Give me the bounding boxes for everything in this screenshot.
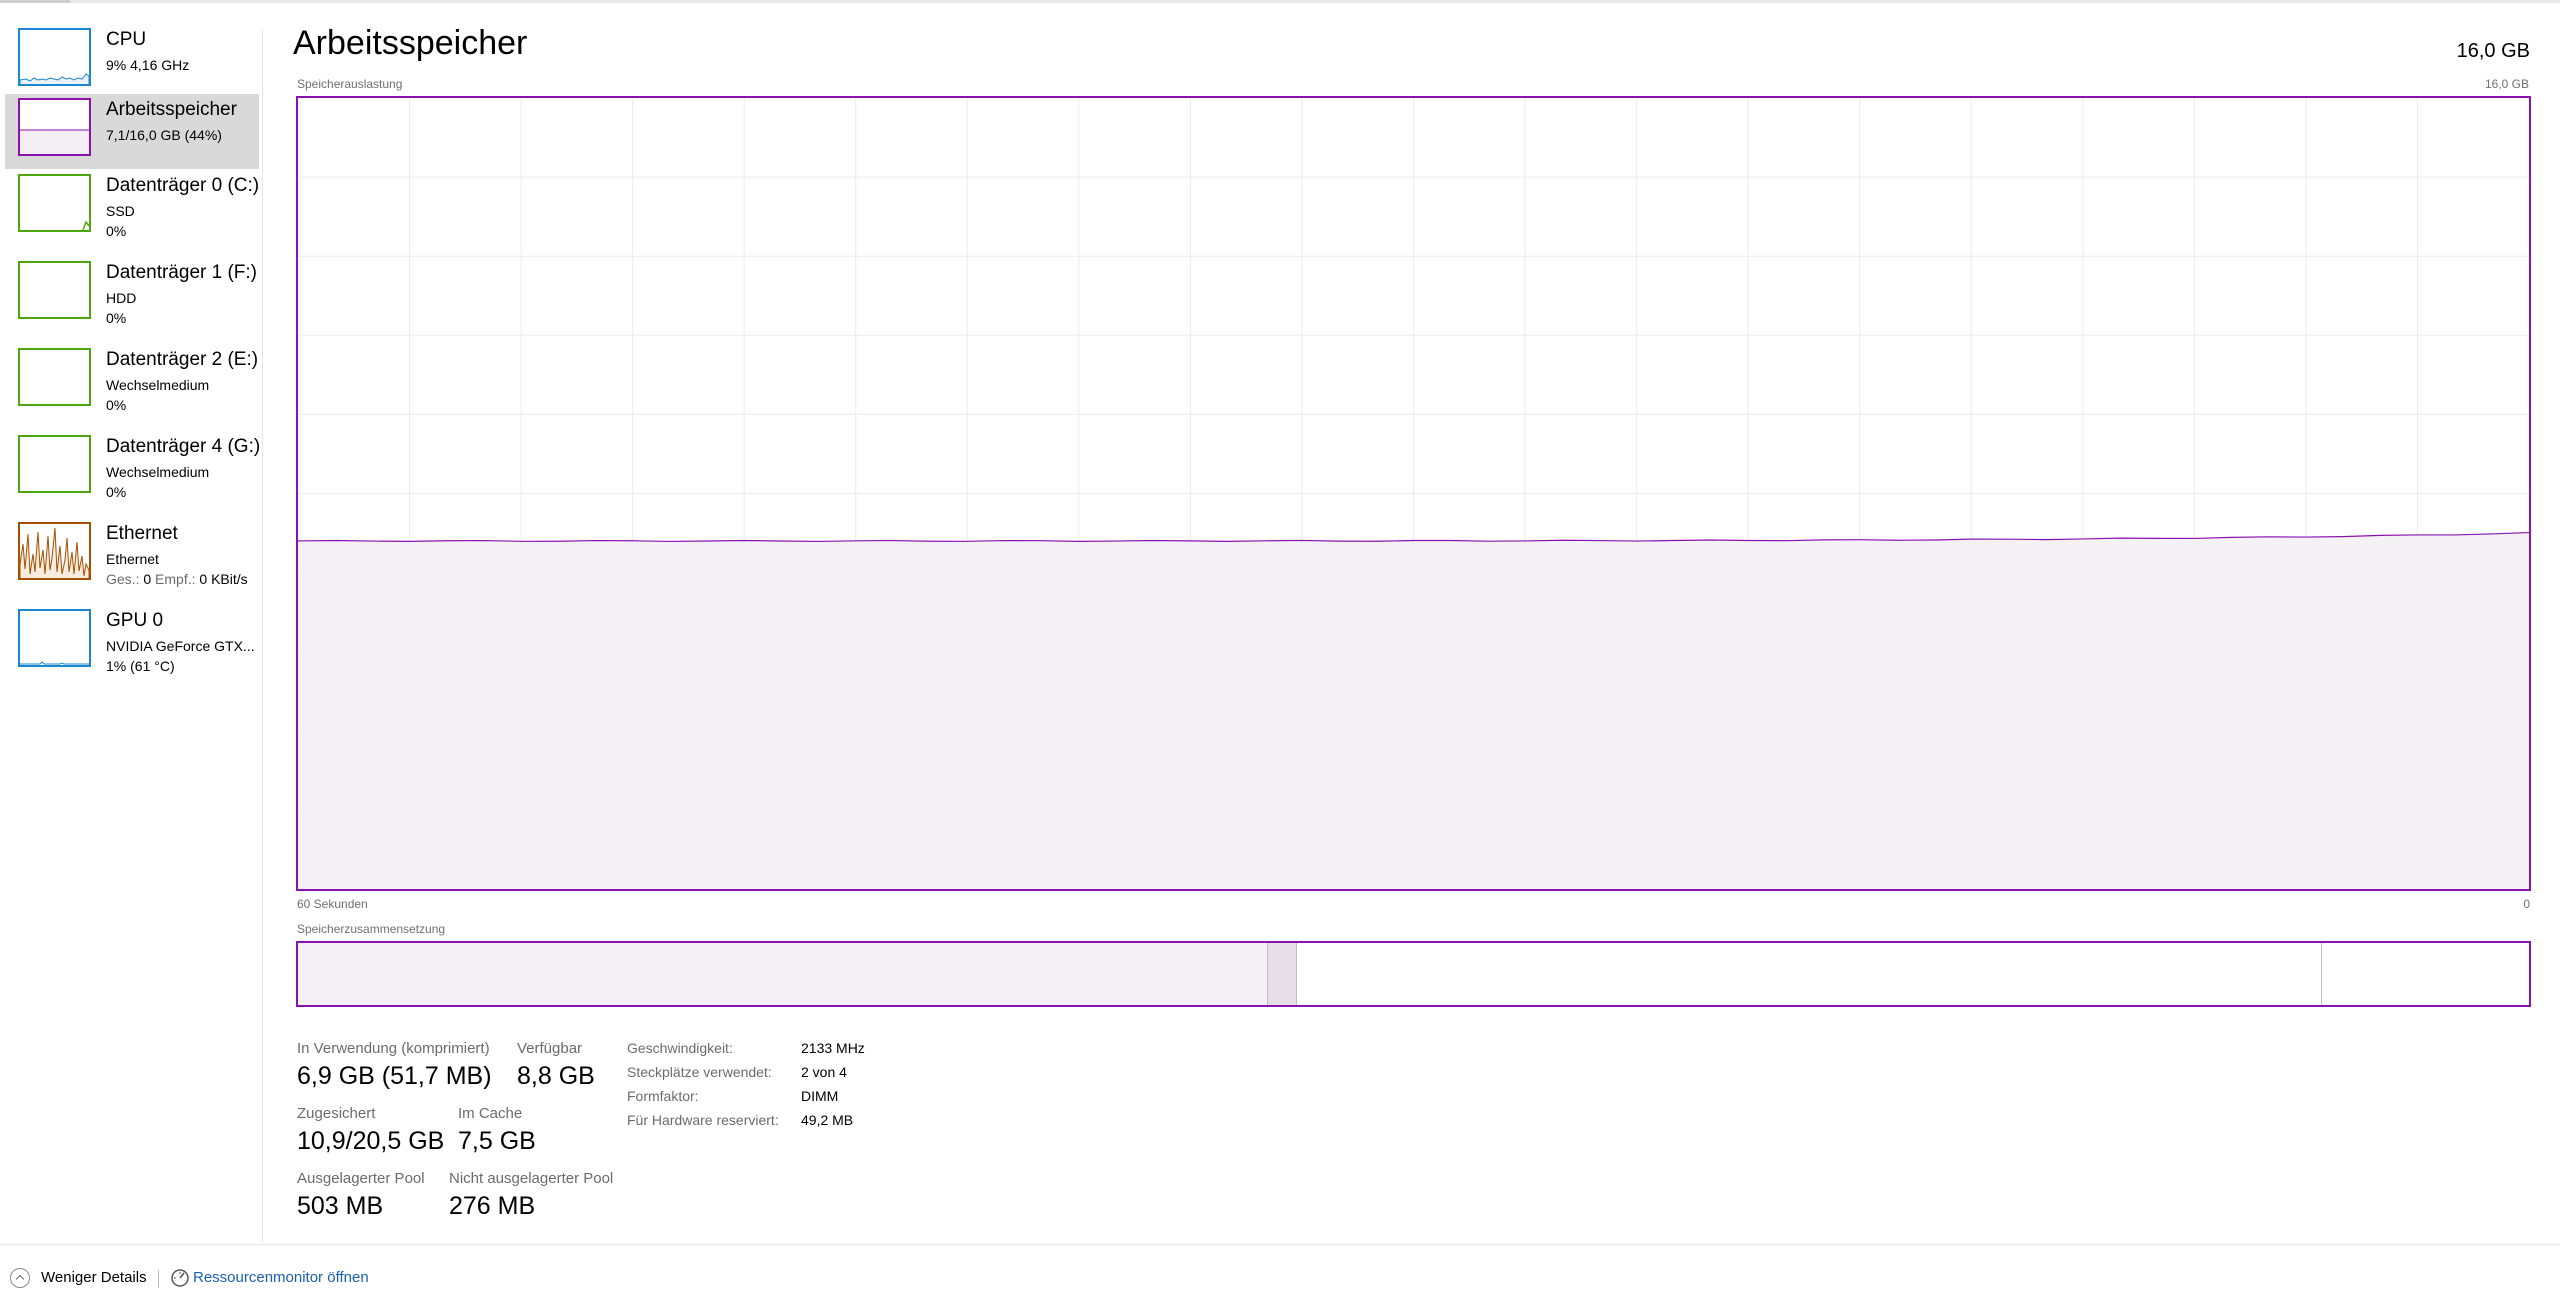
sidebar-item-detail: 9% 4,16 GHz — [106, 57, 190, 73]
time-axis-end: 0 — [2523, 897, 2530, 911]
hardware-reserved-value: 49,2 MB — [801, 1112, 854, 1128]
sidebar-item-title: Ethernet — [106, 523, 178, 544]
disk-thumbnail — [18, 435, 91, 493]
slots-value: 2 von 4 — [801, 1064, 847, 1080]
usage-graph-label: Speicherauslastung — [297, 77, 403, 91]
nonpaged-pool-label: Nicht ausgelagerter Pool — [449, 1170, 614, 1187]
committed-value: 10,9/20,5 GB — [297, 1127, 445, 1155]
sidebar-divider — [262, 30, 263, 1242]
speed-label: Geschwindigkeit: — [627, 1040, 733, 1056]
sidebar-item-usage: 0% — [106, 397, 127, 413]
time-axis-label: 60 Sekunden — [297, 897, 368, 911]
sidebar-item-type: HDD — [106, 290, 137, 306]
sidebar-item-memory[interactable]: Arbeitsspeicher 7,1/16,0 GB (44%) — [5, 94, 259, 169]
composition-in-use — [298, 943, 1267, 1005]
sidebar-item-usage: 0% — [106, 223, 127, 239]
sidebar-item-type: SSD — [106, 203, 135, 219]
cached-label: Im Cache — [458, 1105, 523, 1122]
resource-monitor-icon[interactable] — [170, 1268, 190, 1288]
memory-thumbnail — [18, 98, 91, 156]
sidebar-item-title: Datenträger 4 (G:) — [106, 436, 261, 457]
sidebar-item-disk-2[interactable]: Datenträger 2 (E:) Wechselmedium 0% — [5, 344, 259, 419]
speed-value: 2133 MHz — [801, 1040, 865, 1056]
sidebar-item-disk-0[interactable]: Datenträger 0 (C:) SSD 0% — [5, 170, 259, 245]
sidebar-item-title: CPU — [106, 29, 147, 50]
sidebar-item-type: Wechselmedium — [106, 377, 210, 393]
paged-pool-value: 503 MB — [297, 1192, 384, 1220]
footer-separator — [158, 1270, 159, 1288]
form-factor-label: Formfaktor: — [627, 1088, 699, 1104]
slots-label: Steckplätze verwendet: — [627, 1064, 772, 1080]
sidebar-item-gpu-0[interactable]: GPU 0 NVIDIA GeForce GTX... 1% (61 °C) — [5, 605, 259, 680]
top-tab-indicator — [0, 0, 70, 3]
sidebar-item-disk-4[interactable]: Datenträger 4 (G:) Wechselmedium 0% — [5, 431, 261, 506]
top-border — [0, 0, 2560, 3]
sidebar-item-usage: 0% — [106, 310, 127, 326]
disk-thumbnail — [18, 348, 91, 406]
total-memory: 16,0 GB — [2456, 40, 2530, 62]
gpu-thumbnail — [18, 609, 91, 667]
form-factor-value: DIMM — [801, 1088, 839, 1104]
in-use-value: 6,9 GB (51,7 MB) — [297, 1062, 492, 1090]
sidebar-item-title: Datenträger 2 (E:) — [106, 349, 259, 370]
ethernet-thumbnail — [18, 522, 91, 580]
send-label: Ges.: — [106, 571, 140, 587]
committed-label: Zugesichert — [297, 1105, 376, 1122]
footer-divider — [0, 1244, 2560, 1245]
sidebar-item-title: GPU 0 — [106, 610, 164, 631]
sidebar-item-title: Datenträger 1 (F:) — [106, 262, 257, 283]
usage-graph-svg — [298, 98, 2529, 889]
fewer-details-link[interactable]: Weniger Details — [41, 1269, 147, 1286]
sidebar: CPU 9% 4,16 GHz Arbeitsspeicher 7,1/16,0… — [0, 24, 262, 1244]
sidebar-item-title: Arbeitsspeicher — [106, 99, 237, 120]
sidebar-item-type: Wechselmedium — [106, 464, 210, 480]
disk-thumbnail — [18, 174, 91, 232]
sidebar-item-adapter: Ethernet — [106, 551, 159, 567]
sidebar-item-ethernet[interactable]: Ethernet Ethernet Ges.: 0 Empf.: 0 KBit/… — [5, 518, 259, 593]
sidebar-item-disk-1[interactable]: Datenträger 1 (F:) HDD 0% — [5, 257, 259, 332]
memory-usage-graph — [296, 96, 2531, 891]
receive-value: 0 KBit/s — [199, 571, 248, 587]
open-resource-monitor-link[interactable]: Ressourcenmonitor öffnen — [193, 1269, 369, 1286]
sidebar-item-gpu-name: NVIDIA GeForce GTX... — [106, 638, 255, 654]
cached-value: 7,5 GB — [458, 1127, 536, 1155]
nonpaged-pool-value: 276 MB — [449, 1192, 536, 1220]
sidebar-item-cpu[interactable]: CPU 9% 4,16 GHz — [5, 24, 259, 99]
sidebar-item-detail: 7,1/16,0 GB (44%) — [106, 127, 222, 143]
disk-thumbnail — [18, 261, 91, 319]
composition-standby-free-separator — [2321, 943, 2322, 1005]
in-use-label: In Verwendung (komprimiert) — [297, 1040, 490, 1057]
sidebar-item-throughput: Ges.: 0 Empf.: 0 KBit/s — [106, 571, 248, 587]
sidebar-item-title: Datenträger 0 (C:) — [106, 175, 260, 196]
composition-modified — [1267, 943, 1297, 1005]
paged-pool-label: Ausgelagerter Pool — [297, 1170, 425, 1187]
send-value: 0 — [143, 571, 152, 587]
available-label: Verfügbar — [517, 1040, 583, 1057]
composition-label: Speicherzusammensetzung — [297, 922, 446, 936]
usage-graph-max: 16,0 GB — [2484, 77, 2529, 91]
page-title: Arbeitsspeicher — [293, 24, 528, 62]
receive-label: Empf.: — [155, 571, 196, 587]
memory-composition-bar — [296, 941, 2531, 1007]
chevron-up-icon[interactable] — [10, 1268, 30, 1288]
cpu-thumbnail — [18, 28, 91, 86]
sidebar-item-usage: 0% — [106, 484, 127, 500]
hardware-reserved-label: Für Hardware reserviert: — [627, 1112, 779, 1128]
sidebar-item-usage: 1% (61 °C) — [106, 658, 175, 674]
usage-area — [298, 532, 2529, 889]
available-value: 8,8 GB — [517, 1062, 595, 1090]
